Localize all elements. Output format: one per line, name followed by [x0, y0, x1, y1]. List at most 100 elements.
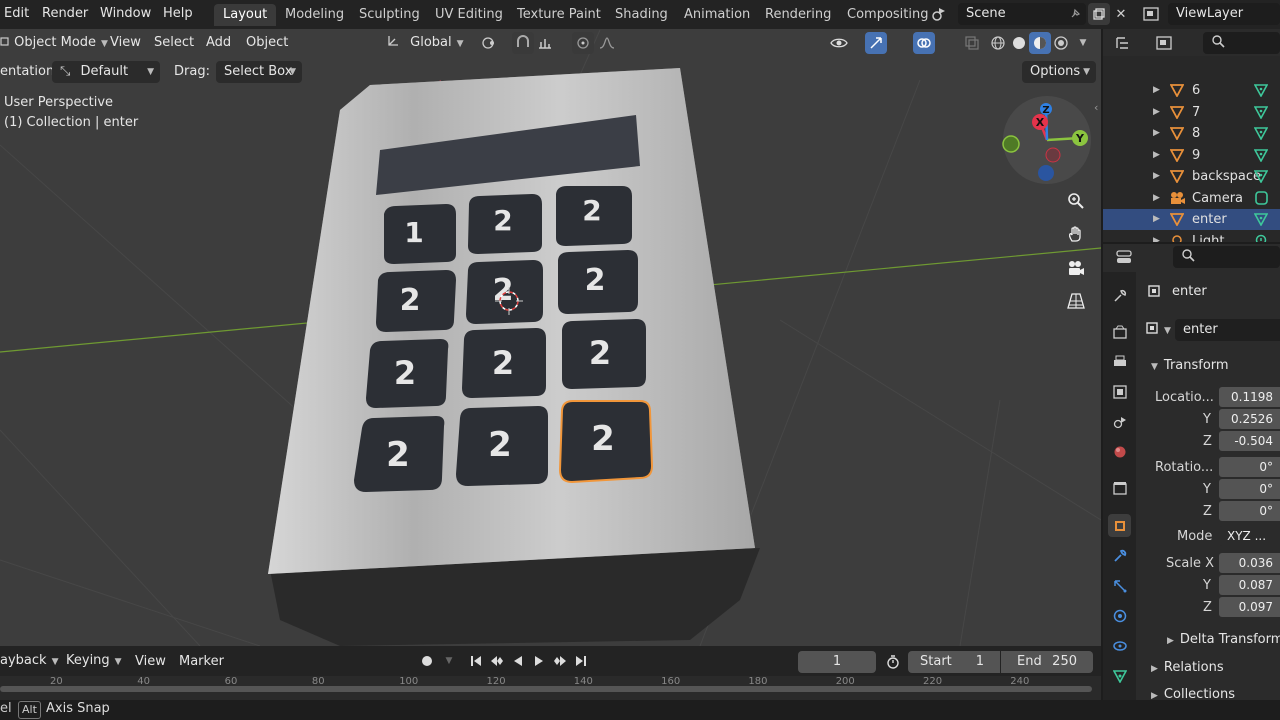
pin-icon[interactable] — [1064, 3, 1086, 25]
expand-arrow-icon[interactable]: ▶ — [1153, 123, 1160, 144]
location-x-field[interactable]: 0.1198 — [1219, 387, 1280, 407]
zoom-icon[interactable] — [1061, 186, 1091, 216]
shading-options-icon[interactable]: ▼ — [1072, 32, 1094, 54]
outliner-item-label[interactable]: Camera — [1192, 188, 1243, 209]
tab-modeling[interactable]: Modeling — [276, 4, 353, 26]
menu-object[interactable]: Object — [246, 35, 288, 50]
rendered-shading-icon[interactable] — [1050, 32, 1072, 54]
tab-uv-editing[interactable]: UV Editing — [426, 4, 512, 26]
rotation-mode-dropdown[interactable]: XYZ ... — [1219, 526, 1280, 546]
neg-y-axis-icon[interactable] — [1002, 135, 1020, 153]
menu-select[interactable]: Select — [154, 35, 194, 50]
tab-sculpting[interactable]: Sculpting — [350, 4, 429, 26]
tab-animation[interactable]: Animation — [675, 4, 759, 26]
timeline-view-menu[interactable]: View — [135, 654, 166, 669]
3d-viewport[interactable]: 1 2 2 2 2 2 2 2 2 2 2 2 Object Mode ▼ Vie… — [0, 29, 1101, 646]
keying-menu[interactable]: Keying ▼ — [66, 650, 122, 672]
menu-view[interactable]: View — [110, 35, 141, 50]
expand-arrow-icon[interactable]: ▶ — [1153, 80, 1160, 101]
neg-z-axis-icon[interactable] — [1038, 165, 1054, 181]
data-browse-dropdown[interactable]: ▼ — [1145, 319, 1171, 341]
location-y-field[interactable]: 0.2526 — [1219, 409, 1280, 429]
tab-compositing[interactable]: Compositing — [838, 4, 938, 26]
solid-shading-icon[interactable] — [1008, 32, 1030, 54]
outliner-row[interactable]: ▶ 6 — [1103, 80, 1280, 101]
record-icon[interactable] — [416, 650, 438, 672]
outliner-filter-icon[interactable] — [1153, 32, 1175, 54]
menu-add[interactable]: Add — [206, 35, 231, 50]
expand-arrow-icon[interactable]: ▶ — [1153, 231, 1160, 243]
end-frame-field[interactable]: End 250 — [1001, 651, 1093, 673]
options-dropdown[interactable]: Options ▼ — [1022, 61, 1096, 83]
menu-window[interactable]: Window — [100, 6, 151, 21]
neg-x-axis-icon[interactable] — [1045, 147, 1061, 163]
transform-section-header[interactable]: ▼ Transform — [1151, 358, 1229, 373]
object-name-field[interactable]: enter — [1175, 319, 1280, 341]
prev-keyframe-icon[interactable] — [486, 650, 508, 672]
outliner-item-label[interactable]: 6 — [1192, 80, 1200, 101]
expand-arrow-icon[interactable]: ▶ — [1153, 145, 1160, 166]
outliner-item-label[interactable]: 7 — [1192, 102, 1200, 123]
outliner-row[interactable]: ▶ Light — [1103, 231, 1280, 243]
tab-texture-paint[interactable]: Texture Paint — [508, 4, 610, 26]
properties-search-input[interactable] — [1173, 246, 1280, 268]
menu-render[interactable]: Render — [42, 6, 88, 21]
snap-icon[interactable] — [512, 32, 534, 54]
wireframe-shading-icon[interactable] — [987, 32, 1009, 54]
transform-orientation-dropdown[interactable]: Global ▼ — [386, 32, 464, 54]
expand-arrow-icon[interactable]: ▶ — [1153, 166, 1160, 187]
camera-view-icon[interactable] — [1061, 253, 1091, 283]
outliner-item-label[interactable]: Light — [1192, 231, 1224, 243]
perspective-grid-icon[interactable] — [1061, 286, 1091, 316]
physics-tab-icon[interactable] — [1108, 604, 1131, 627]
xray-icon[interactable] — [961, 32, 983, 54]
outliner-row[interactable]: ▶ backspace — [1103, 166, 1280, 187]
pan-hand-icon[interactable] — [1061, 219, 1091, 249]
material-preview-icon[interactable] — [1029, 32, 1051, 54]
output-tab-icon[interactable] — [1108, 350, 1131, 373]
sidebar-toggle-icon[interactable]: ‹ — [1094, 101, 1098, 114]
constraints-tab-icon[interactable] — [1108, 634, 1131, 657]
outliner-row[interactable]: ▶ enter — [1103, 209, 1280, 230]
expand-arrow-icon[interactable]: ▶ — [1153, 102, 1160, 123]
outliner-row[interactable]: ▶ Camera — [1103, 188, 1280, 209]
render-tab-icon[interactable] — [1108, 320, 1131, 343]
object-tab-icon[interactable] — [1108, 514, 1131, 537]
rotation-x-field[interactable]: 0° — [1219, 457, 1280, 477]
outliner-row[interactable]: ▶ 9 — [1103, 145, 1280, 166]
tab-rendering[interactable]: Rendering — [756, 4, 840, 26]
object-data-tab-icon[interactable] — [1108, 664, 1131, 687]
collections-section-header[interactable]: ▶ Collections — [1151, 687, 1235, 700]
scale-y-field[interactable]: 0.087 — [1219, 575, 1280, 595]
scale-z-field[interactable]: 0.097 — [1219, 597, 1280, 617]
tab-layout[interactable]: Layout — [214, 4, 277, 26]
timeline-scrollbar[interactable] — [0, 686, 1092, 692]
rotation-z-field[interactable]: 0° — [1219, 501, 1280, 521]
stopwatch-icon[interactable] — [882, 651, 904, 673]
current-frame-field[interactable]: 1 — [798, 651, 876, 673]
jump-end-icon[interactable] — [570, 650, 592, 672]
new-scene-icon[interactable] — [1088, 3, 1110, 25]
close-scene-icon[interactable]: ✕ — [1110, 3, 1132, 25]
outliner-row[interactable]: ▶ 8 — [1103, 123, 1280, 144]
record-options-icon[interactable]: ▼ — [438, 650, 460, 672]
rotation-y-field[interactable]: 0° — [1219, 479, 1280, 499]
light-data-icon[interactable] — [1254, 234, 1268, 242]
outliner-row[interactable]: ▶ 7 — [1103, 102, 1280, 123]
collection-tab-icon[interactable] — [1108, 476, 1131, 499]
timeline-ruler[interactable]: 20 40 60 80 100 120 140 160 180 200 220 240 — [0, 676, 1101, 700]
jump-start-icon[interactable] — [465, 650, 487, 672]
particles-tab-icon[interactable] — [1108, 574, 1131, 597]
modifier-tab-icon[interactable] — [1108, 544, 1131, 567]
expand-arrow-icon[interactable]: ▶ — [1153, 209, 1160, 230]
outliner-item-label[interactable]: backspace — [1192, 166, 1261, 187]
scene-tab-icon[interactable] — [1108, 410, 1131, 433]
outliner-display-mode-icon[interactable] — [1113, 32, 1135, 54]
location-z-field[interactable]: -0.504 — [1219, 431, 1280, 451]
relations-section-header[interactable]: ▶ Relations — [1151, 660, 1224, 675]
expand-arrow-icon[interactable]: ▶ — [1153, 188, 1160, 209]
falloff-icon[interactable] — [596, 32, 618, 54]
snap-target-icon[interactable] — [534, 32, 556, 54]
delta-transform-section-header[interactable]: ▶ Delta Transform — [1167, 632, 1280, 647]
menu-help[interactable]: Help — [163, 6, 193, 21]
